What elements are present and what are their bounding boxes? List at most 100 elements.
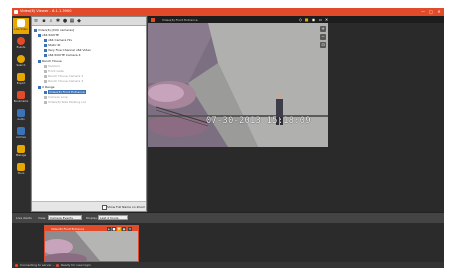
zoom-fit-icon[interactable]: ⊡	[320, 42, 326, 48]
nav-label: Bookmarks	[13, 100, 29, 103]
tree-node-label: Static IR	[48, 43, 61, 47]
window-title: Video(6) Viewer - 6.1.1.3900	[20, 9, 72, 13]
close-view-icon[interactable]: ✕	[324, 17, 329, 22]
tree-node-label: x64 Camera Hiv	[48, 38, 73, 42]
nav-item-search[interactable]: Search	[13, 54, 29, 70]
tree-node-camera[interactable]: Front Gate	[44, 69, 64, 73]
nav-item-audio[interactable]: Audio	[13, 108, 29, 124]
tree-node-camera[interactable]: Camera Loop	[44, 95, 68, 99]
nav-item-bookmarks[interactable]: Bookmarks	[13, 90, 29, 106]
search-icon[interactable]: ⌕	[48, 18, 54, 24]
tree-node-camera[interactable]: x64 Camera Hiv	[44, 38, 72, 42]
nav-label: Audio	[17, 118, 25, 121]
nav-item-tours[interactable]: Tours	[13, 162, 29, 178]
audio-icon	[17, 109, 25, 117]
app-window: Video(6) Viewer - 6.1.1.3900 — □ ✕ Live …	[12, 8, 444, 268]
event-thumbnails: Video(6) Front Entrance ▸ ■ ⚑ ◉ ✕	[12, 223, 444, 262]
zoom-out-icon[interactable]: −	[320, 34, 326, 40]
alerts-bar: Live Alerts View: Camera Events Display:…	[12, 212, 444, 223]
maximize-button[interactable]: □	[428, 9, 434, 14]
camera-icon	[44, 43, 47, 47]
thumbnail-close-icon[interactable]: ✕	[128, 226, 132, 231]
camera-icon[interactable]: ▪	[41, 18, 47, 24]
snapshot-icon[interactable]: ■	[304, 17, 309, 22]
tours-icon	[17, 163, 25, 171]
nav-label: Events	[16, 46, 26, 49]
maximize-view-icon[interactable]: ▫	[318, 17, 323, 22]
menu-icon[interactable]: ≡	[33, 18, 39, 24]
tree-node-label: X Range	[42, 85, 55, 89]
camera-scene	[148, 23, 328, 147]
tree-node-camera[interactable]: x64 ROUTE Camera 4	[44, 53, 81, 57]
tree-node-camera[interactable]: Very Fine Channel x64 Video	[44, 48, 91, 52]
tree-node-camera[interactable]: Ranch House Camera 3	[44, 79, 83, 83]
folder-icon	[38, 33, 41, 37]
camera-icon	[44, 79, 47, 83]
thumbnail-flag-icon[interactable]: ⚑	[117, 226, 121, 231]
tree-node-group[interactable]: X Range	[38, 85, 55, 89]
tree-node-root[interactable]: Video(6) [XXX cameras]	[34, 28, 74, 32]
tree-node-camera-selected[interactable]: Video(6) Front Entrance	[44, 90, 86, 94]
ptz-icon[interactable]: ◇	[298, 17, 303, 22]
event-thumbnail[interactable]: Video(6) Front Entrance ▸ ■ ⚑ ◉ ✕	[44, 225, 139, 262]
status-right: Ready for new login	[61, 263, 91, 267]
nav-label: Export	[16, 82, 26, 85]
nav-label: Tours	[17, 172, 25, 175]
zoom-in-icon[interactable]: +	[320, 26, 326, 32]
display-select[interactable]: Last 2 hours	[98, 215, 128, 220]
thumbnail-scene	[45, 231, 138, 261]
camera-icon	[44, 64, 47, 68]
tree-node-label: Front Gate	[48, 69, 64, 73]
left-nav: Live Video Events Search Export Bookmark…	[12, 16, 30, 212]
alert-icon[interactable]: ◆	[76, 18, 82, 24]
settings-icon[interactable]: ✱	[55, 18, 61, 24]
show-full-name-label: Show Full Name on Zoom	[107, 204, 146, 209]
layout-icon[interactable]: ▦	[69, 18, 75, 24]
minimize-button[interactable]: —	[420, 9, 426, 14]
tree-node-label: Outdoor	[48, 64, 61, 68]
camera-icon	[44, 100, 47, 104]
thumbnail-record-icon[interactable]: ◉	[122, 226, 126, 231]
export-icon	[17, 73, 25, 81]
close-button[interactable]: ✕	[436, 9, 442, 14]
nav-item-manage[interactable]: Manage	[13, 144, 29, 160]
camera-status-icon	[151, 17, 155, 22]
nav-label: Live Video	[14, 28, 28, 31]
tree-node-label: Very Fine Channel x64 Video	[48, 48, 91, 52]
nav-label: Search	[16, 64, 26, 67]
thumbnail-play-icon[interactable]: ▸	[107, 226, 111, 231]
nav-item-archive[interactable]: Archive	[13, 126, 29, 142]
record-icon[interactable]: ◉	[311, 17, 316, 22]
tree-node-camera[interactable]: Outdoor	[44, 64, 60, 68]
tree-node-group[interactable]: x64 ROUTE	[38, 33, 59, 37]
view-select[interactable]: Camera Events	[48, 215, 82, 220]
status-bar: Connecting to server ... Ready for new l…	[12, 262, 444, 268]
camera-feed[interactable]: 07-30-2013 15:18:09 + − ⊡	[148, 23, 328, 147]
manage-icon	[17, 145, 25, 153]
nav-item-events[interactable]: Events	[13, 36, 29, 52]
bookmark-icon	[17, 91, 25, 99]
connection-status-icon	[15, 263, 18, 267]
tree-node-camera[interactable]: Ranch House Camera 2	[44, 74, 83, 78]
camera-icon	[44, 74, 47, 78]
nav-item-export[interactable]: Export	[13, 72, 29, 88]
tree-node-camera[interactable]: Static IR	[44, 43, 61, 47]
app-logo-icon	[14, 10, 18, 14]
tree-node-label: Video(6) Front Entrance	[48, 90, 86, 94]
camera-icon	[44, 48, 47, 52]
record-icon[interactable]: ●	[62, 18, 68, 24]
tree-node-group[interactable]: Ranch House	[38, 59, 62, 63]
tree-node-camera[interactable]: Video(6) Side Parking Lot	[44, 100, 86, 104]
tree-node-label: Video(6) Side Parking Lot	[48, 100, 86, 104]
camera-icon	[44, 38, 47, 42]
live-alerts-label[interactable]: Live Alerts	[16, 216, 32, 220]
thumbnail-snapshot-icon[interactable]: ■	[112, 226, 116, 231]
viewer-title: Video(6) Front Entrance	[162, 17, 198, 22]
server-icon	[34, 28, 37, 32]
login-status-icon	[56, 263, 59, 267]
thumbnail-image	[45, 231, 138, 261]
nav-item-live-video[interactable]: Live Video	[13, 18, 29, 34]
video-viewer: Video(6) Front Entrance ◇ ■ ◉ ▫ ✕ 07-30-…	[148, 16, 444, 212]
search-icon	[17, 55, 25, 63]
camera-icon	[44, 53, 47, 57]
